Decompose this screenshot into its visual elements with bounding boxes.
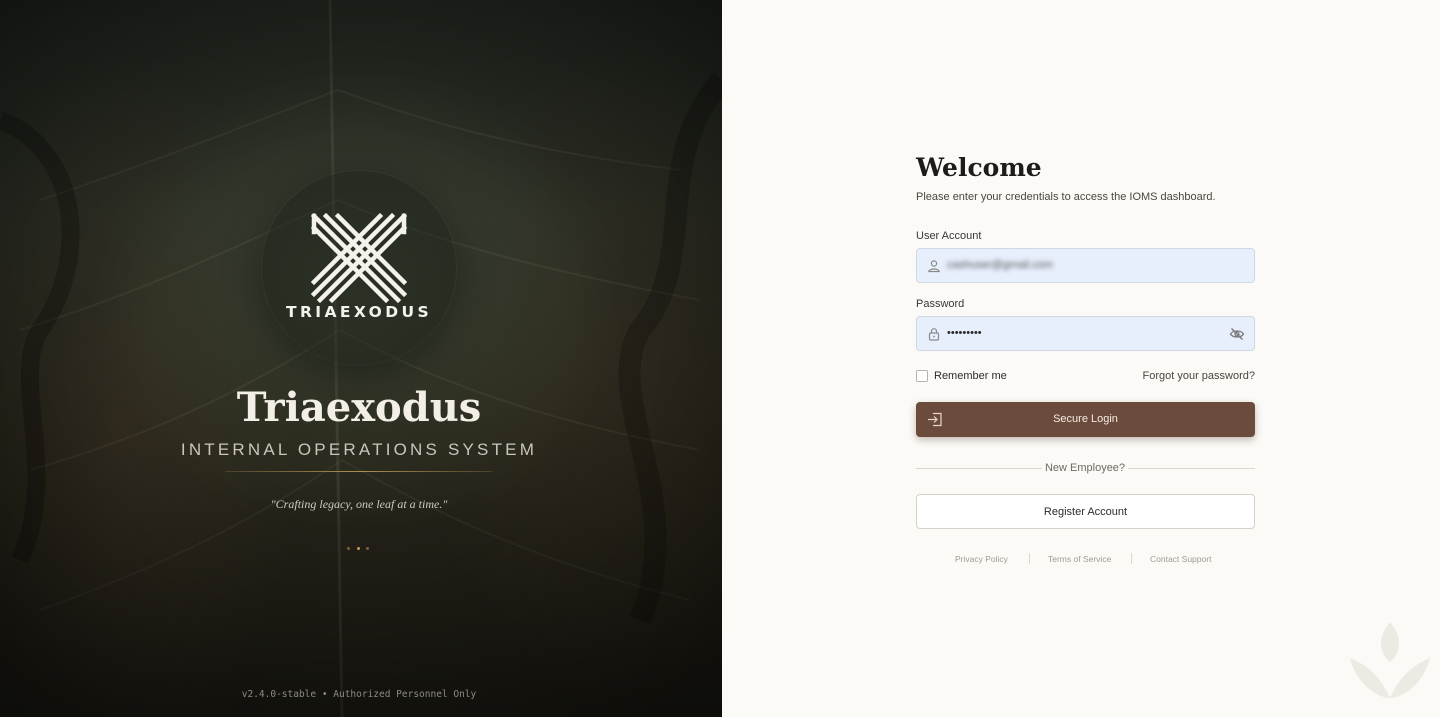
brand-panel: TRIAEXODUS Triaexodus INTERNAL OPERATION… <box>0 0 722 717</box>
new-employee-text: New Employee? <box>1044 462 1126 474</box>
dot <box>366 547 369 550</box>
user-account-label: User Account <box>916 230 982 242</box>
loading-dots <box>346 547 372 551</box>
divider-right <box>1128 468 1255 469</box>
register-account-button[interactable]: Register Account <box>916 494 1255 529</box>
password-label: Password <box>916 298 965 310</box>
password-value: ••••••••• <box>947 327 982 339</box>
brand-name: Triaexodus <box>236 384 482 431</box>
eye-off-icon[interactable] <box>1229 326 1245 342</box>
lock-icon <box>928 328 940 341</box>
gold-divider <box>225 471 492 472</box>
brand-subtitle: INTERNAL OPERATIONS SYSTEM <box>180 440 538 459</box>
secure-login-label: Secure Login <box>1053 413 1118 425</box>
dot <box>357 547 360 550</box>
remember-label: Remember me <box>934 370 1007 382</box>
footer-separator <box>1131 553 1132 564</box>
forgot-password-link[interactable]: Forgot your password? <box>1143 370 1256 382</box>
page-title: Welcome <box>916 153 1042 182</box>
triaexodus-logo <box>310 212 408 304</box>
user-account-value: cashuser@gmail.com <box>947 259 1053 271</box>
user-account-field[interactable]: cashuser@gmail.com <box>916 248 1255 283</box>
remember-me[interactable]: Remember me <box>916 370 1007 382</box>
login-panel <box>722 0 1440 717</box>
register-account-label: Register Account <box>1043 506 1128 518</box>
secure-login-button[interactable]: Secure Login <box>916 402 1255 437</box>
brand-tagline: "Crafting legacy, one leaf at a time." <box>270 497 448 511</box>
contact-support-link[interactable]: Contact Support <box>1150 554 1211 564</box>
remember-checkbox[interactable] <box>916 370 928 382</box>
divider-left <box>916 468 1042 469</box>
footer-separator <box>1029 553 1030 564</box>
logo-wordmark: TRIAEXODUS <box>285 303 433 321</box>
terms-of-service-link[interactable]: Terms of Service <box>1048 554 1111 564</box>
dot <box>347 547 350 550</box>
leaf-watermark-icon <box>1350 622 1430 698</box>
user-icon <box>928 260 940 273</box>
version-info: v2.4.0-stable • Authorized Personnel Onl… <box>241 689 477 700</box>
privacy-policy-link[interactable]: Privacy Policy <box>955 554 1008 564</box>
password-field[interactable]: ••••••••• <box>916 316 1255 351</box>
login-subtitle: Please enter your credentials to access … <box>916 191 1216 203</box>
